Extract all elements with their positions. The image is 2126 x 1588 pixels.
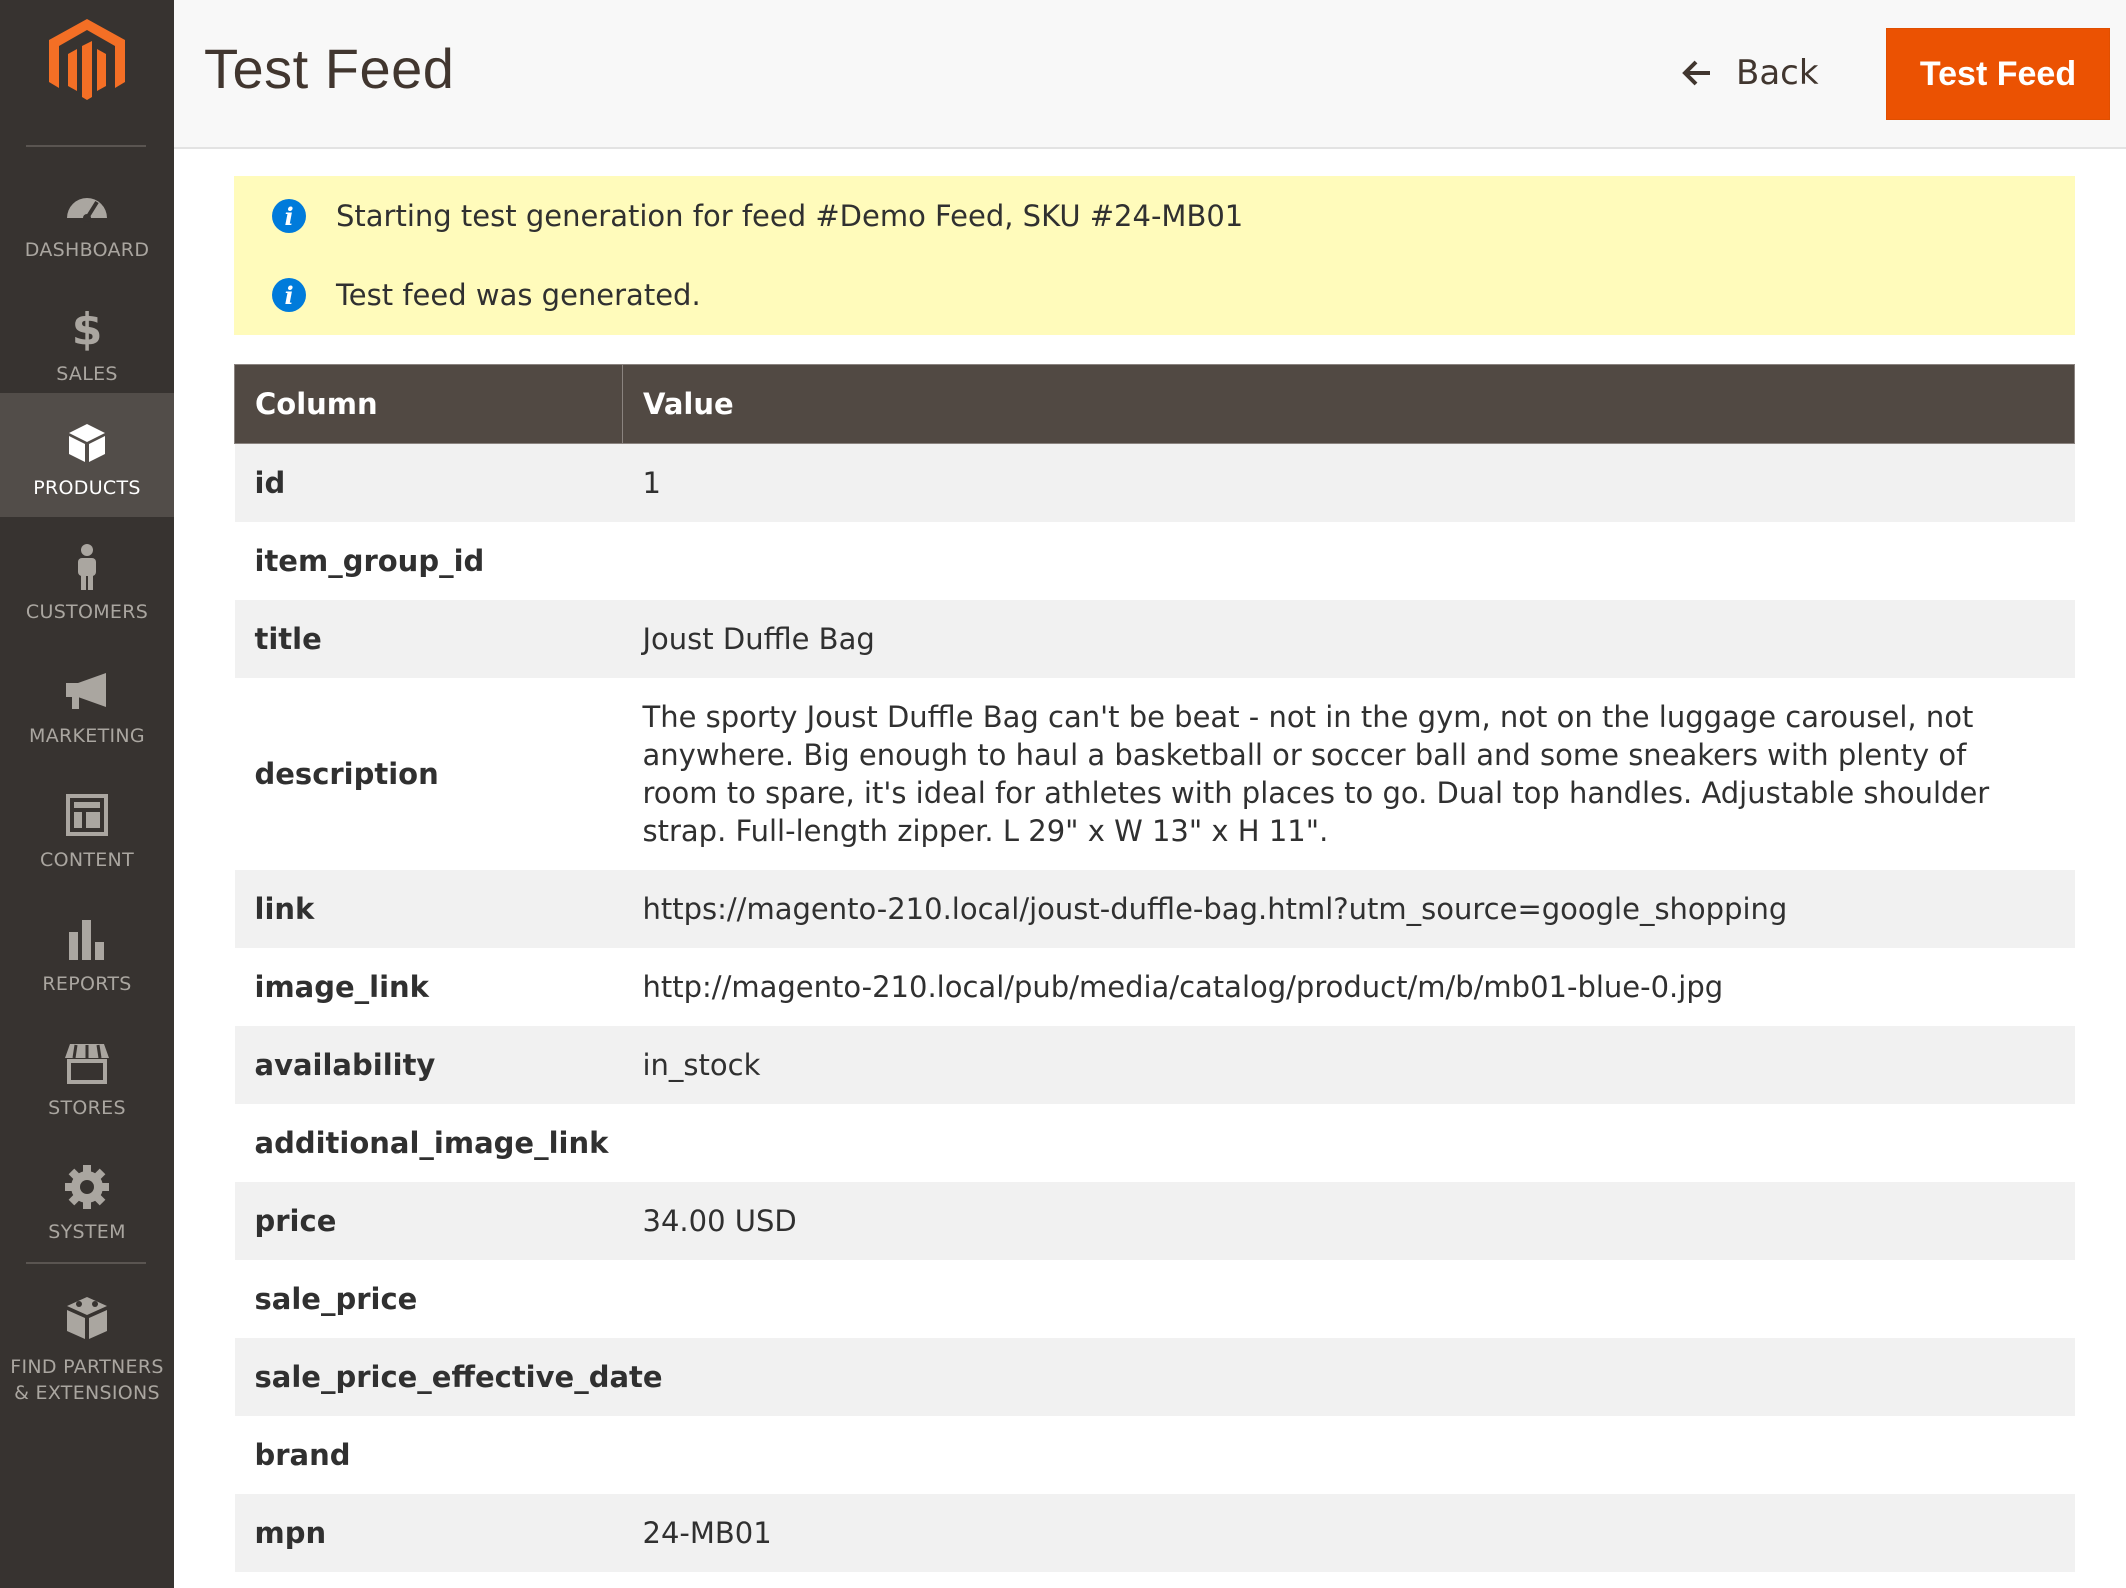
info-message: i Test feed was generated. — [272, 275, 701, 315]
sidebar-item-label: SALES — [56, 363, 118, 385]
info-message-text: Starting test generation for feed #Demo … — [336, 199, 1244, 233]
row-value: in_stock — [622, 1025, 2075, 1104]
row-value — [622, 1337, 2075, 1416]
row-key: mpn — [234, 1493, 623, 1572]
row-key: sale_price — [234, 1259, 623, 1338]
row-key: sale_price_effective_date — [234, 1337, 663, 1416]
table-header-row: Column Value — [234, 364, 2075, 444]
info-icon: i — [272, 278, 306, 312]
blocks-icon — [0, 1294, 174, 1342]
row-value: http://magento-210.local/pub/media/catal… — [622, 947, 2075, 1026]
arrow-left-icon — [1682, 60, 1710, 86]
sidebar-item-customers[interactable]: CUSTOMERS — [0, 517, 174, 641]
sidebar-item-find-partners[interactable]: FIND PARTNERS & EXTENSIONS — [0, 1268, 174, 1404]
storefront-icon — [0, 1039, 174, 1087]
row-key: item_group_id — [234, 521, 623, 600]
sidebar-item-marketing[interactable]: MARKETING — [0, 641, 174, 765]
row-value — [622, 1415, 2075, 1494]
sidebar-item-system[interactable]: SYSTEM — [0, 1137, 174, 1261]
table-row: sale_price_effective_date — [234, 1337, 2075, 1416]
cube-icon — [0, 419, 174, 467]
row-value — [622, 521, 2075, 600]
row-key: availability — [234, 1025, 623, 1104]
dollar-icon: $ — [71, 303, 103, 355]
sidebar-item-label: DASHBOARD — [24, 239, 150, 261]
sidebar-item-label: MARKETING — [29, 725, 145, 747]
magento-logo-icon — [49, 19, 125, 100]
sidebar-divider — [26, 145, 146, 147]
page-title: Test Feed — [204, 37, 455, 100]
back-button-label: Back — [1736, 53, 1819, 93]
bar-chart-icon — [0, 915, 174, 963]
row-key: link — [234, 869, 623, 948]
table-row: mpn 24-MB01 — [234, 1493, 2075, 1572]
person-icon — [0, 543, 174, 591]
gear-icon — [0, 1163, 174, 1211]
megaphone-icon — [0, 667, 174, 715]
feed-result-table: Column Value id 1 item_group_id title Jous… — [234, 364, 2075, 1572]
row-key: id — [234, 443, 623, 522]
sidebar-item-label: STORES — [48, 1097, 126, 1119]
row-key: image_link — [234, 947, 623, 1026]
admin-sidebar: DASHBOARD $ SALES PRODUCTS CUSTOMERS MAR… — [0, 0, 174, 1588]
row-key: additional_image_link — [234, 1103, 623, 1182]
sidebar-item-stores[interactable]: STORES — [0, 1013, 174, 1137]
column-header-value: Value — [622, 364, 2075, 444]
info-message-text: Test feed was generated. — [336, 278, 701, 312]
table-row: sale_price — [234, 1259, 2075, 1338]
table-row: additional_image_link — [234, 1103, 2075, 1182]
messages-panel: i Starting test generation for feed #Dem… — [234, 176, 2075, 335]
info-message: i Starting test generation for feed #Dem… — [272, 196, 1243, 236]
sidebar-item-label-line1: FIND PARTNERS — [10, 1356, 164, 1378]
table-row: availability in_stock — [234, 1025, 2075, 1104]
row-key: brand — [234, 1415, 623, 1494]
table-row: item_group_id — [234, 521, 2075, 600]
row-value — [622, 1103, 2075, 1182]
row-key: price — [234, 1181, 623, 1260]
sidebar-divider — [26, 1262, 146, 1264]
layout-icon — [0, 791, 174, 839]
row-value: 24-MB01 — [622, 1493, 2075, 1572]
row-value: 34.00 USD — [622, 1181, 2075, 1260]
sidebar-item-content[interactable]: CONTENT — [0, 765, 174, 889]
sidebar-item-reports[interactable]: REPORTS — [0, 889, 174, 1013]
sidebar-item-sales[interactable]: $ SALES — [0, 279, 174, 403]
speedometer-icon — [0, 181, 174, 229]
logo[interactable] — [0, 0, 174, 145]
info-icon: i — [272, 199, 306, 233]
table-row: link https://magento-210.local/joust-duff… — [234, 869, 2075, 948]
table-row: title Joust Duffle Bag — [234, 599, 2075, 678]
row-key: title — [234, 599, 623, 678]
sidebar-item-label: CONTENT — [40, 849, 134, 871]
sidebar-item-label: PRODUCTS — [33, 477, 141, 499]
table-row: image_link http://magento-210.local/pub/m… — [234, 947, 2075, 1026]
sidebar-item-products[interactable]: PRODUCTS — [0, 393, 174, 517]
table-row: id 1 — [234, 443, 2075, 522]
sidebar-item-label: SYSTEM — [48, 1221, 126, 1243]
table-row: price 34.00 USD — [234, 1181, 2075, 1260]
sidebar-item-label-line2: & EXTENSIONS — [14, 1382, 160, 1404]
sidebar-item-label: REPORTS — [42, 973, 132, 995]
table-row: description The sporty Joust Duffle Bag c… — [234, 677, 2075, 870]
table-row: brand — [234, 1415, 2075, 1494]
row-value: 1 — [622, 443, 2075, 522]
row-key: description — [234, 677, 623, 870]
row-value: Joust Duffle Bag — [622, 599, 2075, 678]
column-header-column: Column — [234, 364, 623, 444]
row-value: The sporty Joust Duffle Bag can't be bea… — [622, 677, 2075, 870]
sidebar-item-dashboard[interactable]: DASHBOARD — [0, 155, 174, 279]
test-feed-button[interactable]: Test Feed — [1886, 28, 2110, 120]
sidebar-item-label: CUSTOMERS — [25, 601, 149, 623]
row-value: https://magento-210.local/joust-duffle-b… — [622, 869, 2075, 948]
sidebar-item-label: FIND PARTNERS & EXTENSIONS — [0, 1354, 174, 1406]
page-header: Test Feed Back Test Feed — [174, 0, 2126, 149]
row-value — [622, 1259, 2075, 1338]
back-button[interactable]: Back — [1682, 44, 1819, 102]
